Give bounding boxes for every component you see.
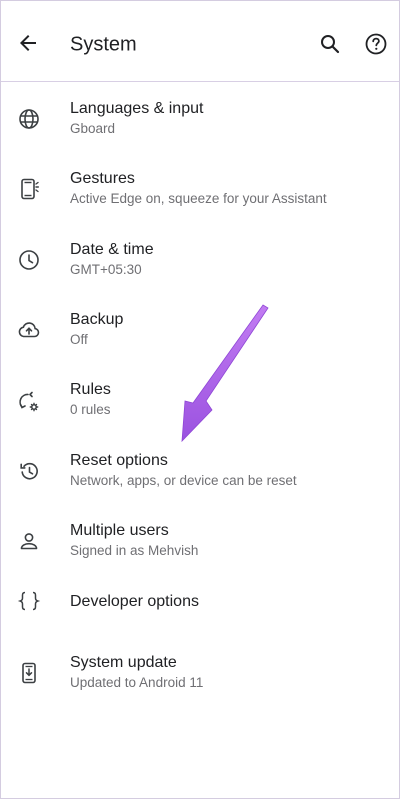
settings-item-label: Date & time [70, 241, 154, 258]
settings-item-gestures[interactable]: Gestures Active Edge on, squeeze for you… [1, 160, 399, 220]
screen: System Languages & input Gboard Gestures… [0, 0, 400, 799]
settings-item-summary: Network, apps, or device can be reset [70, 473, 297, 488]
settings-item-rules[interactable]: Rules 0 rules [1, 371, 399, 431]
settings-item-developer-options[interactable]: Developer options [1, 582, 399, 642]
settings-item-summary: Off [70, 332, 88, 347]
search-icon[interactable] [318, 32, 342, 56]
page-title: System [70, 33, 137, 56]
settings-item-languages[interactable]: Languages & input Gboard [1, 90, 399, 150]
settings-item-summary: Active Edge on, squeeze for your Assista… [70, 191, 327, 206]
clock-icon [19, 250, 39, 270]
settings-item-label: Languages & input [70, 100, 204, 117]
history-icon [20, 462, 38, 480]
settings-item-label: Multiple users [70, 522, 169, 539]
settings-item-label: System update [70, 654, 177, 671]
system-update-icon [22, 662, 36, 684]
rules-icon [19, 391, 39, 412]
settings-item-date-time[interactable]: Date & time GMT+05:30 [1, 231, 399, 291]
app-bar: System [1, 1, 399, 82]
settings-item-label: Reset options [70, 452, 168, 469]
settings-item-summary: Signed in as Mehvish [70, 543, 199, 558]
settings-item-label: Rules [70, 381, 111, 398]
settings-item-backup[interactable]: Backup Off [1, 301, 399, 361]
settings-item-summary: Gboard [70, 121, 116, 136]
settings-item-reset-options[interactable]: Reset options Network, apps, or device c… [1, 442, 399, 502]
globe-icon [19, 109, 39, 129]
settings-item-summary: 0 rules [70, 402, 111, 417]
settings-item-system-update[interactable]: System update Updated to Android 11 [1, 644, 399, 704]
settings-item-multiple-users[interactable]: Multiple users Signed in as Mehvish [1, 512, 399, 572]
braces-icon [17, 591, 41, 611]
person-icon [20, 533, 38, 550]
settings-item-summary: Updated to Android 11 [70, 675, 204, 690]
settings-item-label: Developer options [70, 593, 199, 610]
arrow-back-icon[interactable] [16, 31, 40, 55]
phone-gesture-icon [21, 178, 39, 200]
settings-item-label: Backup [70, 311, 124, 328]
help-icon[interactable] [364, 32, 388, 56]
settings-item-summary: GMT+05:30 [70, 262, 142, 277]
settings-item-label: Gestures [70, 170, 135, 187]
cloud-upload-icon [18, 322, 40, 338]
